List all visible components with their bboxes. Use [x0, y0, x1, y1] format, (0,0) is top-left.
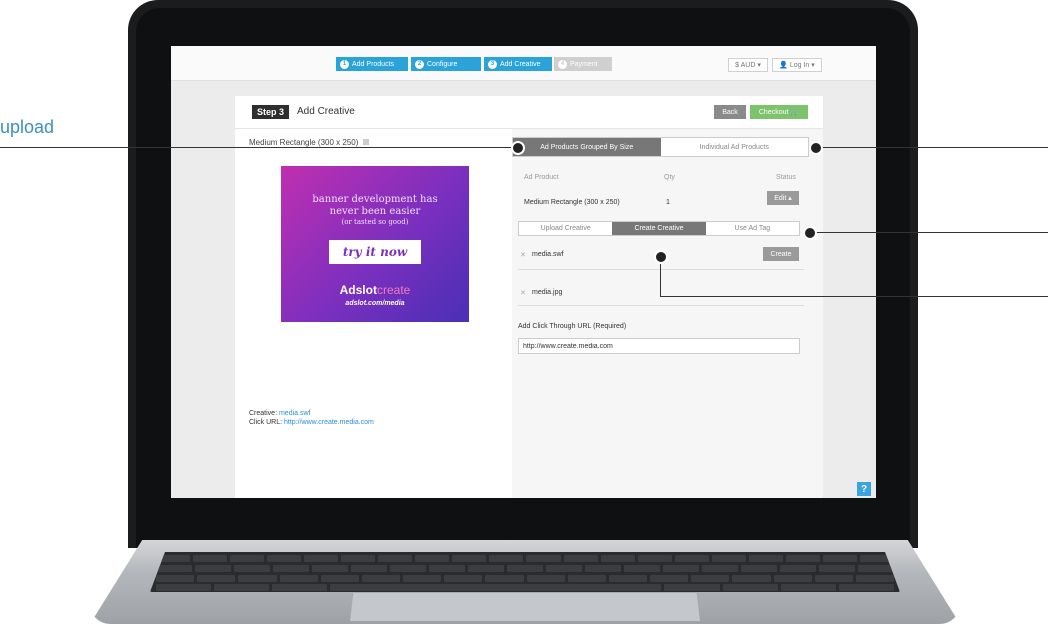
user-icon: 👤: [779, 62, 790, 69]
annotation-dot: [809, 141, 823, 155]
laptop-trackpad: [350, 592, 700, 621]
banner-cta-button: try it now: [329, 240, 421, 264]
tab-upload-creative[interactable]: Upload Creative: [519, 222, 612, 235]
annotation-dot: [803, 226, 817, 240]
preview-column: Medium Rectangle (300 x 250) banner deve…: [235, 129, 512, 498]
product-view-tabs: Ad Products Grouped By Size Individual A…: [512, 137, 809, 157]
tab-create-creative[interactable]: Create Creative: [612, 222, 706, 235]
banner-url: adslot.com/media: [345, 300, 405, 307]
click-url-input[interactable]: [518, 338, 800, 354]
tab-grouped-by-size[interactable]: Ad Products Grouped By Size: [513, 138, 661, 156]
annotation-dot: [511, 141, 525, 155]
col-qty: Qty: [664, 174, 675, 181]
step-add-creative[interactable]: 3 Add Creative: [484, 57, 552, 71]
file-name: media.swf: [532, 251, 564, 258]
banner-headline-2: never been easier: [329, 206, 421, 217]
banner-headline-1: banner development has: [312, 194, 438, 205]
row-product: Medium Rectangle (300 x 250): [524, 199, 620, 206]
create-button[interactable]: Create: [763, 247, 799, 261]
page-title: Add Creative: [297, 106, 355, 117]
back-button[interactable]: Back: [714, 105, 746, 119]
caret-down-icon: ▾: [809, 62, 815, 69]
help-icon[interactable]: ?: [857, 482, 871, 496]
checkout-button[interactable]: Checkout 🛒: [750, 105, 808, 119]
tab-individual-products[interactable]: Individual Ad Products: [661, 138, 809, 156]
click-url-link[interactable]: http://www.create.media.com: [284, 419, 374, 426]
step-configure[interactable]: 2 Configure: [411, 57, 481, 71]
laptop-keyboard: [150, 552, 900, 592]
creative-tabs: Upload Creative Create Creative Use Ad T…: [518, 221, 800, 236]
step-add-products[interactable]: 1 Add Products: [336, 57, 408, 71]
creative-file-link[interactable]: media.swf: [279, 410, 311, 417]
banner-preview: banner development has never been easier…: [281, 166, 469, 322]
creative-info: Creative: media.swf Click URL: http://ww…: [249, 410, 374, 426]
product-name: Medium Rectangle (300 x 250): [249, 138, 369, 147]
edit-button[interactable]: Edit ▴: [767, 191, 799, 205]
banner-brand-logo: Adslotcreate: [339, 283, 411, 297]
row-qty: 1: [666, 199, 670, 206]
caret-up-icon: ▴: [786, 195, 792, 202]
login-dropdown[interactable]: 👤 Log In ▾: [772, 58, 822, 72]
top-nav-bar: 1 Add Products 2 Configure 3 Add Creativ…: [171, 46, 876, 81]
panel-header: Step 3 Add Creative Back Checkout 🛒: [235, 96, 823, 129]
file-name: media.jpg: [532, 289, 563, 296]
remove-icon[interactable]: ✕: [520, 289, 526, 297]
products-column: Ad Products Grouped By Size Individual A…: [512, 129, 823, 498]
annotation-line: [660, 296, 1048, 297]
cart-icon: 🛒: [788, 109, 800, 116]
col-ad-product: Ad Product: [524, 174, 559, 181]
remove-icon[interactable]: ✕: [520, 251, 526, 259]
main-panel: Step 3 Add Creative Back Checkout 🛒 Medi…: [235, 96, 823, 498]
step-payment[interactable]: 4 Payment: [554, 57, 612, 71]
annotation-dot: [654, 250, 668, 264]
col-status: Status: [776, 174, 796, 181]
banner-subline: (or tasted so good): [341, 218, 409, 226]
info-icon[interactable]: [362, 139, 369, 145]
annotation-line: [0, 147, 519, 148]
annotation-line: [815, 147, 1048, 148]
annotation-line: [809, 232, 1048, 233]
caret-down-icon: ▾: [755, 62, 761, 69]
click-url-label: Add Click Through URL (Required): [518, 323, 627, 330]
step-badge: Step 3: [252, 105, 290, 119]
annotation-upload-label: upload: [0, 117, 55, 137]
laptop-bezel-bottom: [136, 498, 910, 546]
tab-use-ad-tag[interactable]: Use Ad Tag: [706, 222, 799, 235]
app-screen: 1 Add Products 2 Configure 3 Add Creativ…: [171, 46, 876, 498]
currency-dropdown[interactable]: $ AUD ▾: [728, 58, 768, 72]
list-item: ✕ media.jpg: [518, 277, 804, 306]
